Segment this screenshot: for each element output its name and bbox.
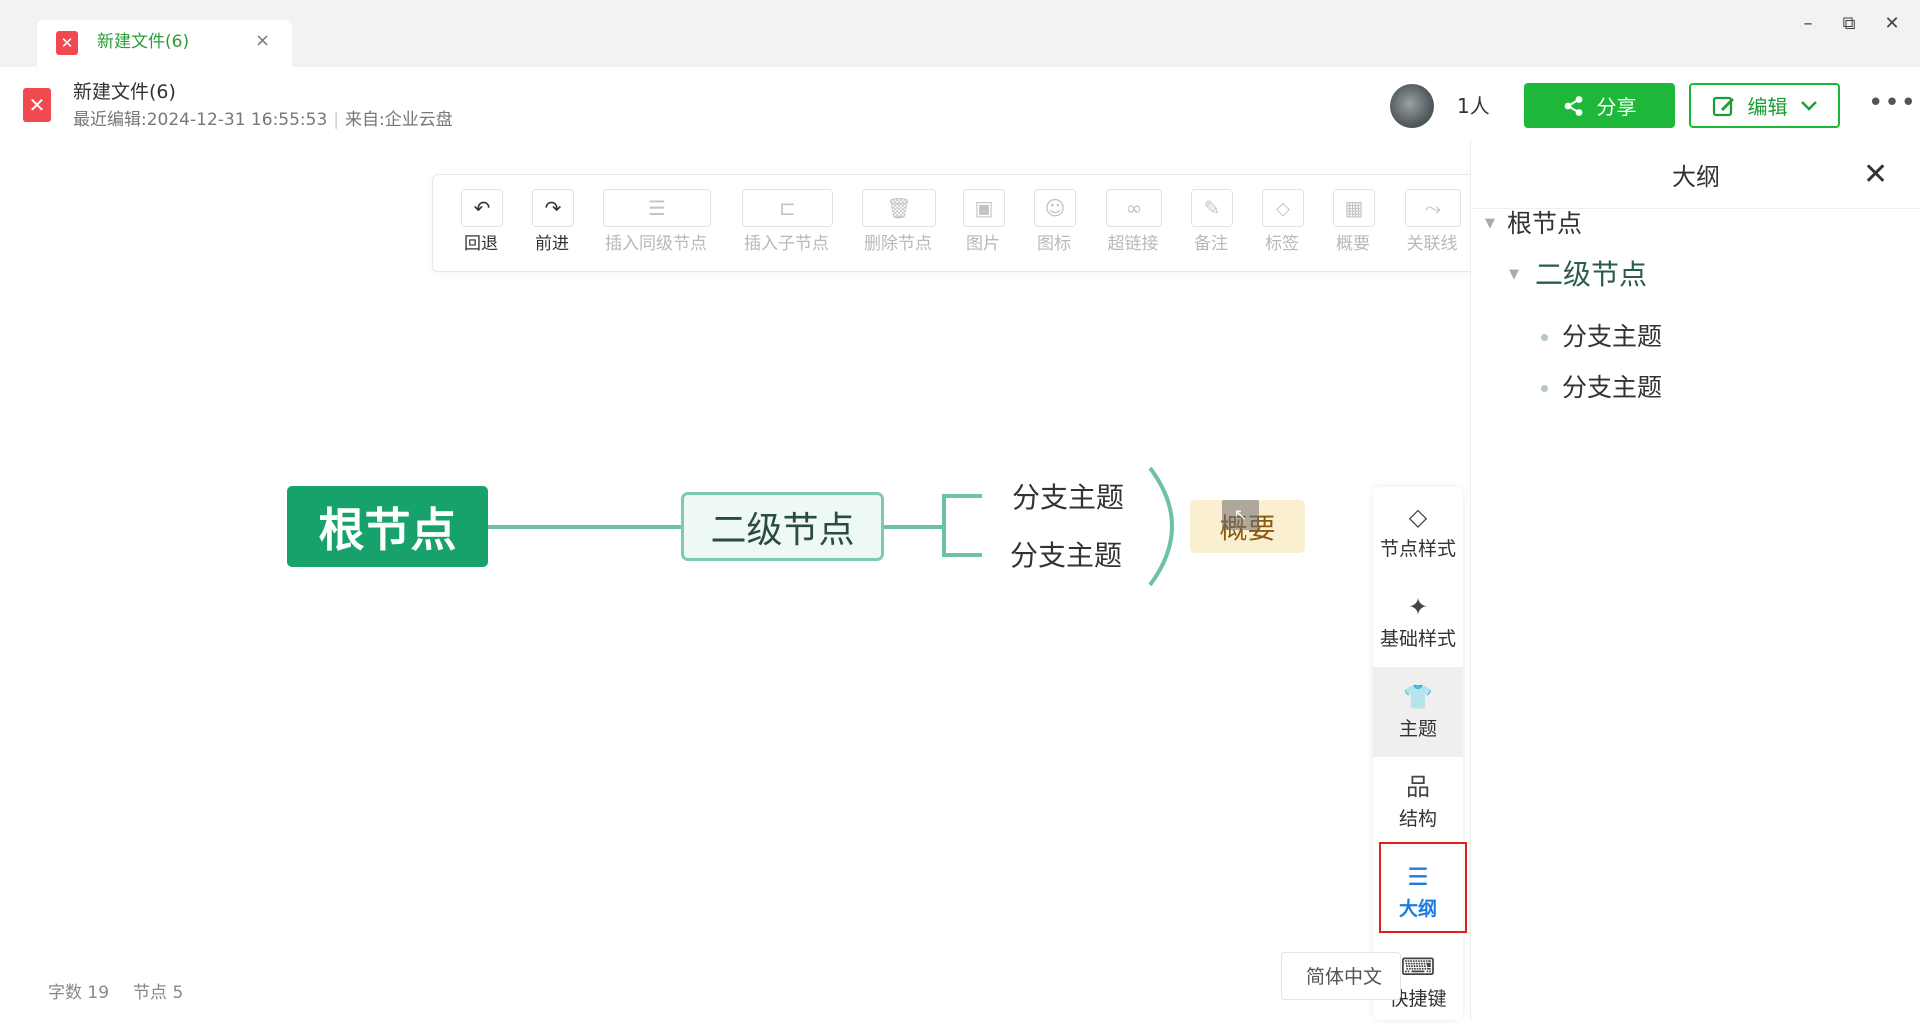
edit-label: 编辑 — [1747, 95, 1788, 119]
outline-panel: 大纲 ✕ ▼ 根节点 ▼ 二级节点 分支主题 分支主题 — [1470, 140, 1920, 1020]
theme-button[interactable]: 👕 主题 — [1373, 667, 1463, 757]
outline-item-root[interactable]: 根节点 — [1507, 208, 1582, 240]
share-button[interactable]: 分享 — [1524, 83, 1675, 128]
branch-topic-2[interactable]: 分支主题 — [1010, 539, 1122, 573]
share-icon — [1564, 95, 1582, 116]
structure-icon: 品 — [1406, 773, 1430, 801]
close-icon[interactable]: ✕ — [1863, 158, 1888, 192]
outline-item-second[interactable]: 二级节点 — [1535, 259, 1647, 291]
base-style-button[interactable]: ✦ 基础样式 — [1373, 577, 1463, 667]
edit-icon — [1712, 96, 1734, 116]
node-style-icon: ◇ — [1408, 503, 1428, 531]
magic-wand-icon: ✦ — [1407, 593, 1429, 621]
second-level-node[interactable]: 二级节点 — [681, 492, 884, 561]
node-style-button[interactable]: ◇ 节点样式 — [1373, 487, 1463, 577]
language-select[interactable]: 简体中文 — [1281, 952, 1401, 1000]
outline-highlight-box — [1379, 842, 1467, 933]
edit-button[interactable]: 编辑 — [1689, 83, 1840, 128]
collapse-triangle-icon[interactable]: ▼ — [1485, 208, 1495, 240]
node-count: 5 — [172, 983, 184, 1003]
share-label: 分享 — [1596, 95, 1637, 119]
resize-handle-icon[interactable]: ↖ — [1222, 500, 1259, 530]
branch-topic-1[interactable]: 分支主题 — [1012, 481, 1124, 515]
restore-icon[interactable]: ⧉ — [1834, 12, 1864, 36]
chevron-down-icon — [1800, 100, 1817, 111]
bullet-icon — [1541, 385, 1548, 392]
collapse-triangle-icon[interactable]: ▼ — [1509, 259, 1519, 291]
structure-button[interactable]: 品 结构 — [1373, 757, 1463, 847]
outline-item-branch-2[interactable]: 分支主题 — [1562, 372, 1662, 404]
bullet-icon — [1541, 334, 1548, 341]
root-node[interactable]: 根节点 — [287, 486, 488, 567]
shirt-icon: 👕 — [1403, 683, 1433, 711]
side-tools-panel: ◇ 节点样式 ✦ 基础样式 👕 主题 品 结构 ☰ 大纲 ⌨ 快捷键 — [1373, 487, 1463, 1020]
window-close-icon[interactable]: ✕ — [1877, 12, 1907, 36]
status-bar: 字数 19 节点 5 — [48, 983, 184, 1003]
minimize-icon[interactable]: – — [1793, 12, 1823, 36]
char-count: 19 — [87, 983, 110, 1003]
outline-title: 大纲 — [1672, 163, 1720, 191]
more-icon[interactable]: ••• — [1868, 90, 1917, 116]
outline-item-branch-1[interactable]: 分支主题 — [1562, 321, 1662, 353]
